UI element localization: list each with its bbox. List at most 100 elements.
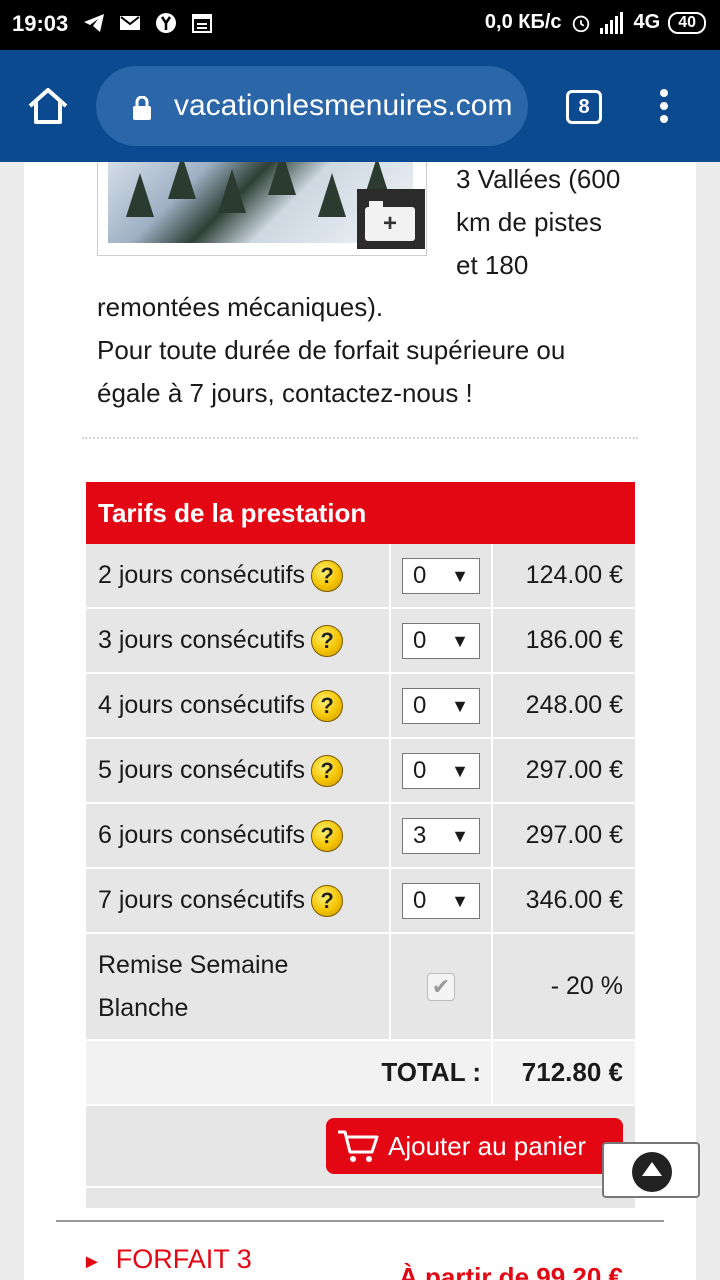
browser-toolbar: vacationlesmenuires.com 8	[0, 50, 720, 162]
total-row: TOTAL : 712.80 €	[86, 1041, 635, 1106]
quantity-select[interactable]: 3 ▼	[402, 817, 480, 854]
quantity-select[interactable]: 0 ▼	[402, 882, 480, 919]
next-section-price: À partir de 99.20 €	[399, 1262, 623, 1280]
notification-icons	[82, 11, 214, 35]
price-table-header: Tarifs de la prestation	[86, 482, 635, 544]
add-to-cart-button[interactable]: Ajouter au panier	[326, 1118, 623, 1174]
discount-checkbox[interactable]: ✔	[427, 972, 455, 1001]
home-icon[interactable]	[24, 82, 72, 130]
scroll-to-top-button[interactable]	[602, 1142, 700, 1198]
divider	[82, 437, 638, 439]
address-bar[interactable]: vacationlesmenuires.com	[96, 66, 528, 146]
chevron-down-icon: ▼	[451, 825, 469, 846]
chevron-down-icon: ▼	[451, 890, 469, 911]
total-value: 712.80 €	[493, 1041, 635, 1104]
discount-checkbox-cell: ✔	[391, 934, 493, 1039]
cart-icon	[338, 1130, 379, 1162]
triangle-right-icon: ►	[82, 1251, 102, 1273]
quantity-cell: 0 ▼	[391, 739, 493, 802]
next-section-title: FORFAIT 3	[115, 1244, 252, 1274]
description-line: remontées mécaniques).	[97, 292, 384, 322]
price-value: 297.00 €	[493, 804, 635, 867]
price-row-label: 6 jours consécutifs?	[86, 804, 391, 867]
section-divider	[56, 1220, 664, 1222]
quantity-value: 0	[413, 691, 427, 719]
price-row-label: 7 jours consécutifs?	[86, 869, 391, 932]
help-icon[interactable]: ?	[311, 559, 344, 592]
url-text[interactable]: vacationlesmenuires.com	[174, 88, 514, 124]
lock-icon	[133, 96, 151, 120]
discount-row: Remise Semaine Blanche ✔ - 20 %	[86, 934, 635, 1041]
quantity-value: 0	[413, 561, 427, 589]
status-time: 19:03	[12, 11, 69, 36]
calendar-icon	[192, 14, 212, 33]
quantity-value: 0	[413, 626, 427, 654]
description-line: Pour toute durée de forfait supérieure o…	[97, 335, 566, 365]
price-row: 5 jours consécutifs? 0 ▼ 297.00 €	[86, 739, 635, 804]
duration-label: 3 jours consécutifs	[98, 626, 306, 654]
quantity-value: 3	[413, 821, 427, 849]
quantity-select[interactable]: 0 ▼	[402, 622, 480, 659]
next-section-link[interactable]: ► FORFAIT 3	[82, 1244, 252, 1275]
description-line: égale à 7 jours, contactez-nous !	[97, 378, 473, 408]
description-line: et 180	[456, 250, 529, 280]
tab-switcher-button[interactable]: 8	[566, 90, 602, 124]
alarm-icon	[572, 15, 589, 32]
duration-label: 6 jours consécutifs	[98, 821, 306, 849]
page-content: + 3 Vallées (600 km de pistes et 180 rem…	[24, 162, 696, 1280]
price-row: 3 jours consécutifs? 0 ▼ 186.00 €	[86, 609, 635, 674]
network-type: 4G	[633, 11, 661, 33]
duration-label: 5 jours consécutifs	[98, 756, 306, 784]
price-row: 4 jours consécutifs? 0 ▼ 248.00 €	[86, 674, 635, 739]
chevron-down-icon: ▼	[451, 630, 469, 651]
discount-label-line: Blanche	[98, 994, 189, 1022]
duration-label: 4 jours consécutifs	[98, 691, 306, 719]
price-value: 124.00 €	[493, 544, 635, 607]
price-table-rows: 2 jours consécutifs? 0 ▼ 124.00 €3 jours co…	[86, 544, 635, 934]
price-value: 186.00 €	[493, 609, 635, 672]
total-label: TOTAL :	[86, 1041, 493, 1104]
overflow-menu-icon[interactable]	[652, 86, 676, 126]
help-icon[interactable]: ?	[311, 754, 344, 787]
quantity-value: 0	[413, 886, 427, 914]
duration-label: 7 jours consécutifs	[98, 886, 306, 914]
discount-label-line: Remise Semaine	[98, 951, 289, 979]
quantity-select[interactable]: 0 ▼	[402, 752, 480, 789]
cart-row: Ajouter au panier	[86, 1106, 635, 1186]
status-right: 0,0 КБ/с 4G 40	[485, 11, 706, 34]
table-footer	[86, 1186, 635, 1208]
mail-icon	[120, 16, 140, 30]
price-row-label: 3 jours consécutifs?	[86, 609, 391, 672]
quantity-cell: 0 ▼	[391, 544, 493, 607]
quantity-cell: 0 ▼	[391, 609, 493, 672]
help-icon[interactable]: ?	[311, 624, 344, 657]
description-side: 3 Vallées (600 km de pistes et 180	[456, 162, 676, 287]
price-row: 7 jours consécutifs? 0 ▼ 346.00 €	[86, 869, 635, 934]
discount-value: - 20 %	[493, 934, 635, 1039]
arrow-up-icon	[632, 1152, 672, 1192]
duration-label: 2 jours consécutifs	[98, 561, 306, 589]
network-speed: 0,0 КБ/с	[484, 11, 562, 33]
add-to-cart-label: Ajouter au panier	[388, 1131, 587, 1161]
chevron-down-icon: ▼	[451, 760, 469, 781]
telegram-icon	[84, 14, 104, 32]
price-row: 6 jours consécutifs? 3 ▼ 297.00 €	[86, 804, 635, 869]
description-line: 3 Vallées (600	[456, 164, 621, 194]
quantity-select[interactable]: 0 ▼	[402, 557, 480, 594]
help-icon[interactable]: ?	[311, 884, 344, 917]
photo-zoom-icon[interactable]: +	[357, 189, 425, 249]
signal-icon	[599, 11, 623, 34]
status-bar: 19:03 0,0 КБ/с 4G 40	[0, 0, 720, 50]
price-row-label: 2 jours consécutifs?	[86, 544, 391, 607]
description-line: km de pistes	[456, 207, 602, 237]
price-row-label: 5 jours consécutifs?	[86, 739, 391, 802]
quantity-value: 0	[413, 756, 427, 784]
discount-label: Remise Semaine Blanche	[86, 934, 391, 1039]
quantity-select[interactable]: 0 ▼	[402, 687, 480, 724]
help-icon[interactable]: ?	[311, 819, 344, 852]
price-table: Tarifs de la prestation 2 jours consécut…	[86, 482, 635, 1208]
help-icon[interactable]: ?	[311, 689, 344, 722]
price-row-label: 4 jours consécutifs?	[86, 674, 391, 737]
battery-icon: 40	[668, 11, 706, 34]
chevron-down-icon: ▼	[451, 695, 469, 716]
